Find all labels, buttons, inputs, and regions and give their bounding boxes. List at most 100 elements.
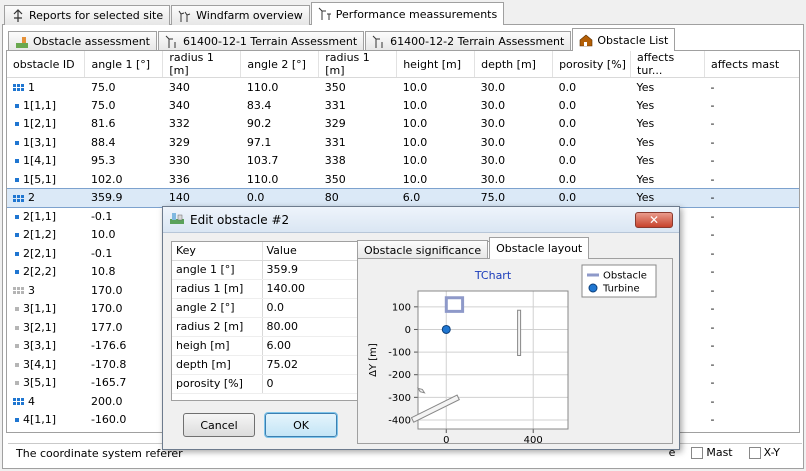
obstacle-id-cell: 4[2,1] bbox=[7, 429, 85, 433]
column-header[interactable]: angle 1 [°] bbox=[84, 51, 164, 78]
tab-label: Obstacle layout bbox=[496, 242, 583, 255]
obstacle-id-cell: 1[4,1] bbox=[7, 152, 85, 171]
y-tick-label: -200 bbox=[388, 370, 411, 381]
obstacle-item-icon bbox=[15, 103, 19, 108]
ok-button[interactable]: OK bbox=[264, 412, 338, 438]
checkbox-box[interactable] bbox=[748, 446, 761, 459]
obstacle-id: 1[2,1] bbox=[23, 117, 57, 131]
table-cell: - bbox=[710, 283, 715, 297]
top-tab-1[interactable]: Windfarm overview bbox=[171, 5, 310, 25]
table-cell: - bbox=[710, 98, 715, 112]
obstacle-item-icon bbox=[15, 325, 19, 330]
obstacle-id: 2[2,2] bbox=[23, 265, 57, 279]
column-header[interactable]: height [m] bbox=[396, 51, 476, 78]
obstacle-group-icon bbox=[13, 287, 24, 295]
obstacle-item-icon bbox=[15, 233, 19, 238]
table-cell: -165.7 bbox=[90, 376, 127, 390]
terrain-icon bbox=[372, 35, 386, 49]
table-cell: 350 bbox=[324, 172, 346, 186]
table-cell: 332 bbox=[168, 117, 190, 131]
column-header[interactable]: radius 1 [m] bbox=[162, 51, 242, 78]
obstacle-item-icon bbox=[15, 418, 19, 423]
column-header[interactable]: affects mast bbox=[704, 51, 799, 78]
tab-obstacle-layout[interactable]: Obstacle layout bbox=[489, 237, 590, 259]
sub-tab-1[interactable]: 61400-12-1 Terrain Assessment bbox=[158, 31, 365, 51]
column-header[interactable]: radius 1 [m] bbox=[318, 51, 398, 78]
obstacle-id: 4 bbox=[28, 394, 35, 408]
table-row[interactable]: 1[3,1] 88.4 329 97.1 331 10.0 30.0 0.0 Yes - bbox=[7, 133, 799, 152]
top-tab-2[interactable]: Performance meassurements bbox=[310, 2, 505, 25]
checkbox-mast[interactable]: Mast bbox=[691, 446, 733, 459]
table-cell: 329 bbox=[168, 135, 190, 149]
checkbox-box[interactable] bbox=[691, 446, 704, 459]
tab-obstacle-significance[interactable]: Obstacle significance bbox=[357, 240, 489, 259]
obstacle-id-cell: 3[2,1] bbox=[7, 318, 85, 337]
sub-tab-0[interactable]: Obstacle assessment bbox=[8, 31, 157, 51]
obstacle-id: 1[4,1] bbox=[23, 154, 57, 168]
table-cell: -0.1 bbox=[90, 246, 113, 260]
obstacle-id: 1[5,1] bbox=[23, 172, 57, 186]
table-cell: 90.2 bbox=[246, 117, 272, 131]
checkbox-label: X-Y bbox=[763, 446, 780, 459]
y-tick-label: 100 bbox=[392, 302, 411, 313]
y-tick-label: -300 bbox=[388, 393, 411, 404]
obstacle-assessment-icon bbox=[15, 35, 29, 49]
table-cell: 340 bbox=[168, 98, 190, 112]
table-row[interactable]: 1[2,1] 81.6 332 90.2 329 10.0 30.0 0.0 Yes - bbox=[7, 115, 799, 134]
table-cell: 81.6 bbox=[90, 117, 116, 131]
y-tick-label: -400 bbox=[388, 415, 411, 426]
obstacle-id: 2 bbox=[28, 191, 35, 205]
checkbox-x-y[interactable]: X-Y bbox=[748, 446, 780, 459]
layout-chart[interactable]: TChart04001000-100-200-300-400ΔX [m]ΔY [… bbox=[358, 259, 672, 460]
table-cell: 350 bbox=[324, 80, 346, 94]
obstacle-id: 3[4,1] bbox=[23, 357, 57, 371]
obstacle-shape[interactable] bbox=[517, 309, 522, 356]
column-header[interactable]: angle 2 [°] bbox=[240, 51, 320, 78]
table-cell: - bbox=[710, 80, 715, 94]
table-cell: Yes bbox=[636, 98, 655, 112]
table-row[interactable]: 1[4,1] 95.3 330 103.7 338 10.0 30.0 0.0 Yes - bbox=[7, 152, 799, 171]
obstacle-id-cell: 1[5,1] bbox=[7, 170, 85, 189]
obstacle-item-icon bbox=[15, 307, 19, 312]
table-cell: -0.1 bbox=[90, 209, 113, 223]
top-tab-0[interactable]: Reports for selected site bbox=[4, 5, 171, 25]
table-cell: 359.9 bbox=[84, 188, 163, 207]
table-cell: 0.0 bbox=[552, 188, 631, 207]
obstacle-id-cell: 4 bbox=[7, 392, 85, 411]
tab-label: Obstacle significance bbox=[364, 243, 482, 257]
column-header[interactable]: obstacle ID bbox=[7, 51, 86, 78]
cancel-label: Cancel bbox=[200, 418, 238, 432]
obstacle-item-icon bbox=[15, 159, 19, 164]
column-header[interactable]: porosity [%] bbox=[552, 51, 632, 78]
ok-label: OK bbox=[293, 418, 309, 432]
table-cell: 170.0 bbox=[90, 283, 123, 297]
column-header[interactable]: depth [m] bbox=[474, 51, 554, 78]
table-row[interactable]: 1[1,1] 75.0 340 83.4 331 10.0 30.0 0.0 Yes - bbox=[7, 96, 799, 115]
table-row[interactable]: 2 359.9 140 0.0 80 6.0 75.0 0.0 Yes - bbox=[7, 187, 799, 208]
obstacle-id: 4[2,1] bbox=[23, 432, 56, 433]
table-row[interactable]: 1 75.0 340 110.0 350 10.0 30.0 0.0 Yes - bbox=[7, 78, 799, 97]
sub-tab-3[interactable]: Obstacle List bbox=[572, 28, 676, 51]
sub-tab-2[interactable]: 61400-12-2 Terrain Assessment bbox=[365, 31, 572, 51]
tab-label: 61400-12-2 Terrain Assessment bbox=[390, 35, 565, 48]
obstacle-id-cell: 1[1,1] bbox=[7, 96, 85, 115]
obstacle-id-cell: 3[4,1] bbox=[7, 355, 85, 374]
close-button[interactable]: ✕ bbox=[635, 212, 673, 228]
table-cell: 200.0 bbox=[90, 394, 123, 408]
table-header-row: obstacle ID angle 1 [°] radius 1 [m] angle … bbox=[7, 51, 799, 78]
property-key: porosity [%] bbox=[172, 374, 263, 394]
table-row[interactable]: 1[5,1] 102.0 336 110.0 350 10.0 30.0 0.0 Yes - bbox=[7, 170, 799, 189]
cancel-button[interactable]: Cancel bbox=[183, 413, 255, 437]
column-header[interactable]: affects tur... bbox=[630, 51, 705, 78]
table-cell: 10.0 bbox=[402, 135, 428, 149]
obstacle-shape[interactable] bbox=[444, 296, 465, 313]
obstacle-id-cell: 2[2,1] bbox=[7, 244, 85, 263]
dialog-titlebar[interactable]: Edit obstacle #2 bbox=[163, 207, 679, 233]
table-cell: 95.3 bbox=[90, 154, 116, 168]
legend-turbine-swatch bbox=[588, 283, 598, 293]
obstacle-id: 3[5,1] bbox=[23, 376, 57, 390]
table-cell: 340 bbox=[168, 80, 190, 94]
table-cell: Yes bbox=[636, 172, 655, 186]
turbine-point[interactable] bbox=[441, 324, 451, 334]
obstacle-id-cell: 2[1,1] bbox=[7, 207, 85, 226]
